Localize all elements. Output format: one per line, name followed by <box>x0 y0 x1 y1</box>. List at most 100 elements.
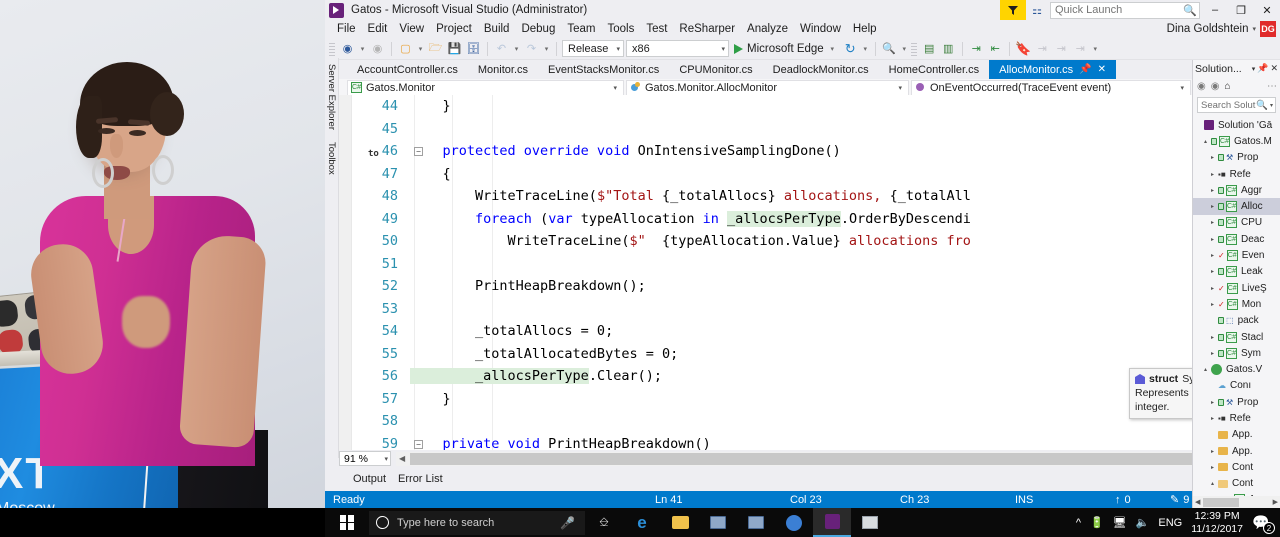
zoom-level-dropdown[interactable]: 91 % ▾ <box>339 451 391 466</box>
home-icon[interactable]: ⌂ <box>1224 81 1230 92</box>
menu-item-help[interactable]: Help <box>847 23 883 35</box>
language-indicator[interactable]: ENG <box>1158 517 1182 529</box>
solution-horizontal-scrollbar[interactable]: ◀ ▶ <box>1193 496 1280 508</box>
chevron-right-icon[interactable]: ▸ <box>1209 301 1216 308</box>
solution-tree-item[interactable]: ▴ Gatos.V <box>1193 361 1280 377</box>
menu-item-test[interactable]: Test <box>640 23 673 35</box>
code-line[interactable]: { <box>410 163 451 186</box>
code-line[interactable]: protected override void OnIntensiveSampl… <box>410 140 841 163</box>
menu-item-tools[interactable]: Tools <box>601 23 640 35</box>
tab-allocmonitor[interactable]: AllocMonitor.cs 📌 ✕ <box>989 60 1116 79</box>
edge-icon[interactable]: e <box>623 508 661 537</box>
code-line[interactable]: _totalAllocs = 0; <box>410 320 613 343</box>
menu-item-team[interactable]: Team <box>561 23 601 35</box>
pin-icon[interactable]: 📌 <box>1079 64 1091 75</box>
action-center-icon[interactable]: 💬 2 <box>1252 514 1275 534</box>
solution-tree-item[interactable]: ▸ ▪■ Refe <box>1193 166 1280 182</box>
toolbar-grip[interactable] <box>329 41 335 56</box>
chevron-right-icon[interactable]: ▸ <box>1209 219 1216 226</box>
code-line[interactable]: WriteTraceLine($"Total {_totalAllocs} al… <box>410 185 971 208</box>
solution-tree-item[interactable]: ▸ Cont <box>1193 459 1280 475</box>
chevron-right-icon[interactable]: ▸ <box>1209 448 1216 455</box>
close-icon[interactable]: ✕ <box>1098 64 1106 75</box>
solution-tree-item[interactable]: ⬚ pack <box>1193 313 1280 329</box>
project-scope-dropdown[interactable]: C# Gatos.Monitor ▾ <box>347 79 624 96</box>
code-line[interactable]: foreach (var typeAllocation in _allocsPe… <box>410 208 971 231</box>
menu-item-debug[interactable]: Debug <box>515 23 561 35</box>
navigate-back-icon[interactable]: ◉ <box>339 40 356 57</box>
solution-tree-item[interactable]: App. <box>1193 427 1280 443</box>
menu-item-project[interactable]: Project <box>430 23 478 35</box>
toolbar-grip[interactable] <box>910 41 917 56</box>
solution-tree-item[interactable]: ▸ ▪■ Refe <box>1193 410 1280 426</box>
save-all-icon[interactable]: 🗄 <box>465 40 482 57</box>
chevron-down-icon[interactable]: ▾ <box>900 45 909 53</box>
dock-item-toolbox[interactable]: Toolbox <box>325 136 338 181</box>
solution-tree-item[interactable]: ▸ C# Alloc <box>1193 198 1280 215</box>
solution-tree-item[interactable]: ▴ Cont <box>1193 476 1280 492</box>
code-line[interactable]: PrintHeapBreakdown(); <box>410 275 646 298</box>
comment-icon[interactable]: ▤ <box>921 40 938 57</box>
quick-launch-box[interactable]: 🔍 <box>1050 1 1200 19</box>
taskbar-clock[interactable]: 12:39 PM 11/12/2017 <box>1191 510 1243 536</box>
microphone-icon[interactable]: 🎤 <box>560 516 575 530</box>
chevron-right-icon[interactable]: ▸ <box>1209 350 1216 357</box>
back-icon[interactable]: ◉ <box>1197 81 1206 92</box>
chevron-down-icon[interactable]: ▾ <box>542 45 551 53</box>
code-editor[interactable]: 44 } 45 46 to − protected override void OnIn… <box>339 95 1280 450</box>
solution-tree-item[interactable]: ▸ C# Deac <box>1193 231 1280 247</box>
hscrollbar-thumb[interactable] <box>410 452 1280 465</box>
solution-tree-item[interactable]: ▸ C# CPU <box>1193 215 1280 231</box>
chevron-right-icon[interactable]: ▸ <box>1209 268 1216 275</box>
configuration-dropdown[interactable]: Release ▾ <box>562 40 624 57</box>
chevron-right-icon[interactable]: ▸ <box>1209 285 1216 292</box>
forward-icon[interactable]: ◉ <box>1211 81 1220 92</box>
solution-tree-item[interactable]: ▸ ⚒ Prop <box>1193 394 1280 410</box>
menu-item-window[interactable]: Window <box>794 23 847 35</box>
more-options-icon[interactable]: ⋯ <box>1267 81 1280 92</box>
account-name[interactable]: Dina Goldshtein <box>1167 23 1249 35</box>
chevron-right-icon[interactable]: ▸ <box>1209 252 1216 259</box>
pin-icon[interactable]: 📌 <box>1257 63 1268 74</box>
solution-tree-item[interactable]: Solution 'Gā <box>1193 117 1280 133</box>
avatar[interactable]: DG <box>1260 21 1276 37</box>
indent-icon[interactable]: ⇥ <box>968 40 985 57</box>
chevron-down-icon[interactable]: ▴ <box>1202 366 1209 373</box>
chevron-right-icon[interactable]: ▸ <box>1209 187 1216 194</box>
solution-tree-item[interactable]: ▸ ✓ C# Mon <box>1193 296 1280 312</box>
code-line[interactable]: private void PrintHeapBreakdown() <box>410 433 711 451</box>
remote-desktop-icon-2[interactable] <box>737 508 775 537</box>
chevron-down-icon[interactable]: ▴ <box>1209 480 1216 487</box>
chevron-down-icon[interactable]: ▾ <box>1252 65 1256 73</box>
chevron-down-icon[interactable]: ▾ <box>828 45 837 53</box>
windows-start-icon[interactable] <box>325 508 369 537</box>
open-file-icon[interactable]: 🗁 <box>427 40 444 57</box>
chevron-down-icon[interactable]: ▾ <box>1252 25 1256 33</box>
chevron-right-icon[interactable]: ▸ <box>1209 334 1216 341</box>
feedback-flag-icon[interactable] <box>1000 0 1026 20</box>
chevron-down-icon[interactable]: ▾ <box>512 45 521 53</box>
tab-eventstacksmonitor[interactable]: EventStacksMonitor.cs <box>538 60 669 79</box>
chevron-down-icon[interactable]: ▾ <box>861 45 870 53</box>
find-in-files-icon[interactable]: 🔍 <box>881 40 898 57</box>
chevron-right-icon[interactable]: ▸ <box>1209 415 1216 422</box>
menu-item-build[interactable]: Build <box>478 23 516 35</box>
menu-item-view[interactable]: View <box>393 23 430 35</box>
code-line[interactable]: _totalAllocatedBytes = 0; <box>410 343 678 366</box>
tab-error-list[interactable]: Error List <box>398 473 443 485</box>
remote-desktop-icon[interactable] <box>699 508 737 537</box>
chevron-right-icon[interactable]: ▸ <box>1209 154 1216 161</box>
status-edits[interactable]: ✎ 9 <box>1170 493 1189 507</box>
scroll-left-arrow-icon[interactable]: ◀ <box>399 454 405 463</box>
code-line[interactable]: _allocsPerType.Clear(); <box>410 365 662 388</box>
solution-tree-item[interactable]: ▸ ⚒ Prop <box>1193 150 1280 166</box>
photo-icon[interactable] <box>851 508 889 537</box>
bookmark-icon[interactable]: 🔖 <box>1015 40 1032 57</box>
menu-item-resharper[interactable]: ReSharper <box>673 23 741 35</box>
tab-cpumonitor[interactable]: CPUMonitor.cs <box>669 60 762 79</box>
chevron-down-icon[interactable]: ▾ <box>358 45 367 53</box>
tab-monitor[interactable]: Monitor.cs <box>468 60 538 79</box>
show-hidden-icons-icon[interactable]: ^ <box>1076 517 1081 529</box>
restore-button[interactable]: ❐ <box>1228 0 1254 20</box>
battery-icon[interactable]: 🔋 <box>1090 516 1104 529</box>
